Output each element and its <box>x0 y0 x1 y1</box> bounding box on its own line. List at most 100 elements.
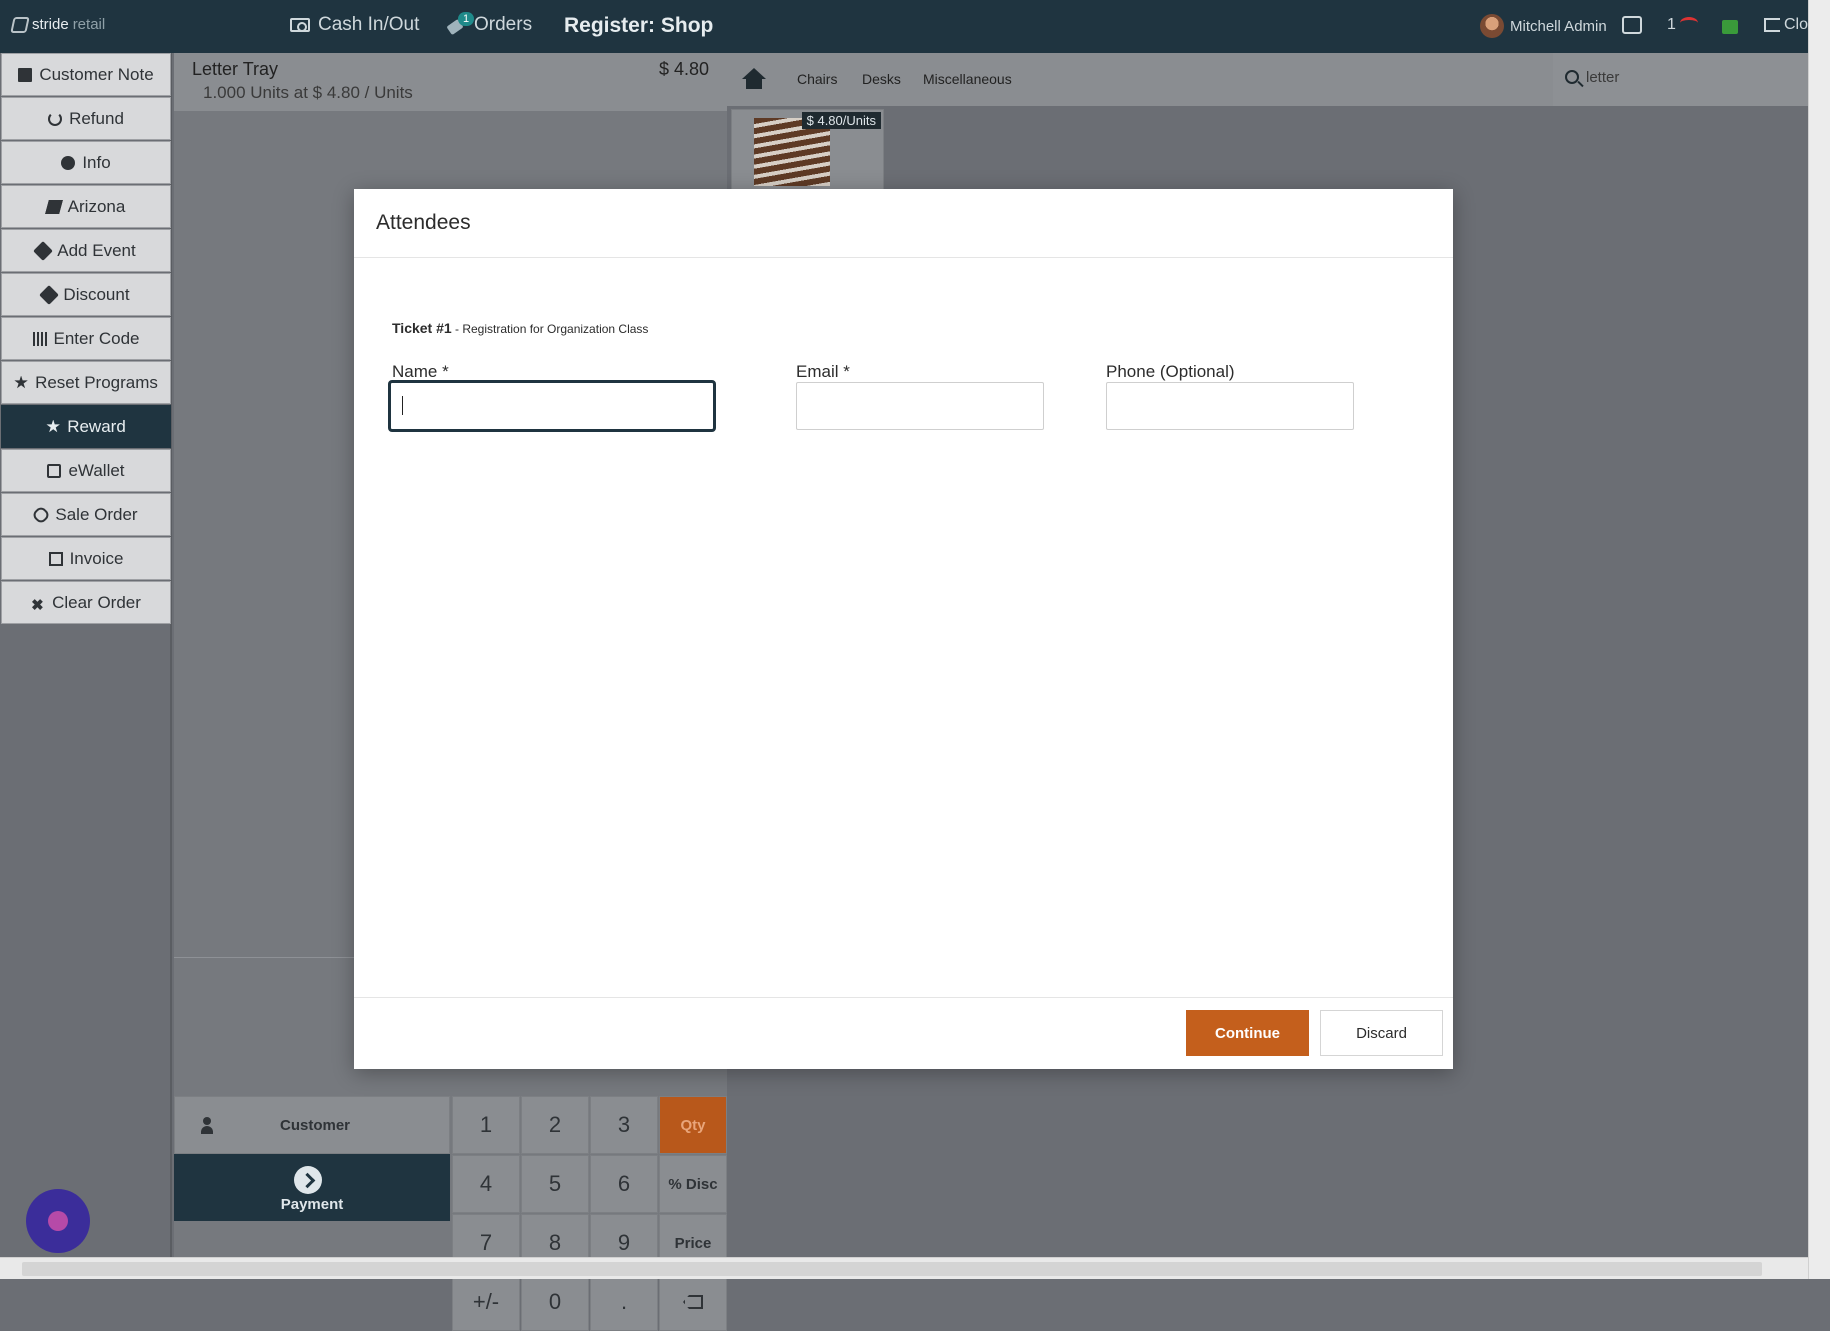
category-miscellaneous[interactable]: Miscellaneous <box>923 71 1012 87</box>
numpad-key-5[interactable]: 5 <box>521 1155 589 1213</box>
top-bar: stride retail Cash In/Out 1 Orders Regist… <box>0 0 1808 53</box>
numpad-key-6[interactable]: 6 <box>590 1155 658 1213</box>
ticket-heading: Ticket #1 - Registration for Organizatio… <box>392 320 648 336</box>
action-reward-button[interactable]: Reward <box>1 405 171 448</box>
ticket-icon: 1 <box>446 12 475 34</box>
action-label: Refund <box>69 108 124 128</box>
backspace-icon <box>683 1295 703 1309</box>
order-line-product: Letter Tray <box>192 59 279 79</box>
chevron-right-circle-icon <box>294 1166 322 1194</box>
action-refund-button[interactable]: Refund <box>1 97 171 140</box>
vertical-scrollbar[interactable] <box>1808 0 1830 1279</box>
discard-button[interactable]: Discard <box>1320 1010 1443 1056</box>
register-title: Register: Shop <box>564 14 714 37</box>
order-line[interactable]: Letter Tray 1.000 Units at $ 4.80 / Unit… <box>174 53 727 111</box>
printer-icon[interactable] <box>1622 16 1642 34</box>
logo-mark-icon <box>10 16 30 33</box>
action-label: Clear Order <box>52 592 141 612</box>
wifi-icon <box>1679 17 1698 29</box>
action-arizona-button[interactable]: Arizona <box>1 185 171 228</box>
horizontal-scrollbar[interactable] <box>0 1257 1808 1279</box>
action-ewallet-button[interactable]: eWallet <box>1 449 171 492</box>
orders-label: Orders <box>474 14 533 35</box>
action-label: Info <box>82 152 111 172</box>
category-chairs[interactable]: Chairs <box>797 71 837 87</box>
user-icon <box>201 1117 213 1135</box>
numpad-key-key[interactable]: . <box>590 1273 658 1331</box>
numpad-backspace-button[interactable] <box>659 1273 727 1331</box>
x-icon: ✖ <box>31 596 44 614</box>
logo: stride retail <box>10 16 106 33</box>
sign-out-icon <box>1764 18 1780 32</box>
logo-text-stride: stride <box>32 16 69 33</box>
dialog-footer-divider <box>354 997 1453 998</box>
order-line-qty: 1.000 <box>203 83 246 102</box>
action-reset-programs-button[interactable]: Reset Programs <box>1 361 171 404</box>
home-icon[interactable] <box>742 68 766 90</box>
attendees-dialog: Attendees Ticket #1 - Registration for O… <box>354 189 1453 1069</box>
action-label: eWallet <box>68 460 125 480</box>
product-price-tag: $ 4.80/Units <box>801 112 881 129</box>
action-customer-note-button[interactable]: Customer Note <box>1 53 171 96</box>
numpad: 1 2 3 Qty 4 5 6% Disc 7 8 9 Price +/- 0. <box>452 1096 727 1331</box>
numpad-key-2[interactable]: 2 <box>521 1096 589 1154</box>
action-discount-button[interactable]: Discount <box>1 273 171 316</box>
ticket-icon <box>33 240 54 261</box>
search-icon <box>1565 70 1579 84</box>
action-clear-order-button[interactable]: ✖ Clear Order <box>1 581 171 624</box>
numpad-key-key[interactable]: +/- <box>452 1273 520 1331</box>
name-label: Name * <box>392 362 449 381</box>
money-icon <box>290 18 310 32</box>
unlock-icon[interactable] <box>1722 20 1738 34</box>
link-icon <box>31 504 52 525</box>
network-status[interactable]: 1 <box>1667 16 1698 34</box>
category-desks[interactable]: Desks <box>862 71 901 87</box>
numpad-key-qty[interactable]: Qty <box>659 1096 727 1154</box>
cash-in-out-button[interactable]: Cash In/Out <box>290 14 419 36</box>
numpad-key-disc[interactable]: % Disc <box>659 1155 727 1213</box>
close-session-button[interactable]: Clo <box>1764 16 1808 34</box>
dialog-title: Attendees <box>376 211 471 234</box>
email-field[interactable] <box>796 382 1044 430</box>
phone-field[interactable] <box>1106 382 1354 430</box>
action-invoice-button[interactable]: Invoice <box>1 537 171 580</box>
dialog-header: Attendees <box>354 189 1453 258</box>
customer-label: Customer <box>280 1117 351 1134</box>
star-icon <box>46 419 60 433</box>
action-label: Discount <box>63 284 130 304</box>
chat-launcher-icon[interactable] <box>26 1189 90 1253</box>
action-info-button[interactable]: Info <box>1 141 171 184</box>
search-box[interactable]: letter <box>1553 53 1808 106</box>
ticket-description: - Registration for Organization Class <box>451 322 649 336</box>
avatar <box>1480 14 1504 38</box>
orders-badge: 1 <box>458 12 475 26</box>
close-label: Clo <box>1784 16 1809 33</box>
action-sale-order-button[interactable]: Sale Order <box>1 493 171 536</box>
scrollbar-thumb[interactable] <box>22 1262 1762 1276</box>
user-menu[interactable]: Mitchell Admin <box>1480 14 1607 38</box>
action-label: Reset Programs <box>35 372 158 392</box>
action-label: Arizona <box>67 196 126 216</box>
orders-button[interactable]: 1 Orders <box>446 12 533 36</box>
star-icon <box>14 375 28 389</box>
action-add-event-button[interactable]: Add Event <box>1 229 171 272</box>
payment-button[interactable]: Payment <box>174 1154 450 1221</box>
customer-button[interactable]: Customer <box>174 1096 450 1154</box>
action-label: Reward <box>67 416 126 436</box>
action-label: Customer Note <box>39 64 154 84</box>
search-input[interactable]: letter <box>1586 69 1619 86</box>
name-field[interactable] <box>388 380 716 432</box>
numpad-key-3[interactable]: 3 <box>590 1096 658 1154</box>
numpad-key-1[interactable]: 1 <box>452 1096 520 1154</box>
order-line-price: $ 4.80 <box>658 59 709 79</box>
action-label: Invoice <box>69 548 124 568</box>
numpad-key-0[interactable]: 0 <box>521 1273 589 1331</box>
user-name: Mitchell Admin <box>1510 17 1607 35</box>
continue-button[interactable]: Continue <box>1186 1010 1309 1056</box>
logo-text-retail: retail <box>72 16 106 33</box>
file-icon <box>48 551 63 566</box>
barcode-icon <box>32 331 47 346</box>
numpad-key-4[interactable]: 4 <box>452 1155 520 1213</box>
action-enter-code-button[interactable]: Enter Code <box>1 317 171 360</box>
order-line-detail: 1.000 Units at $ 4.80 / Units <box>203 83 413 103</box>
